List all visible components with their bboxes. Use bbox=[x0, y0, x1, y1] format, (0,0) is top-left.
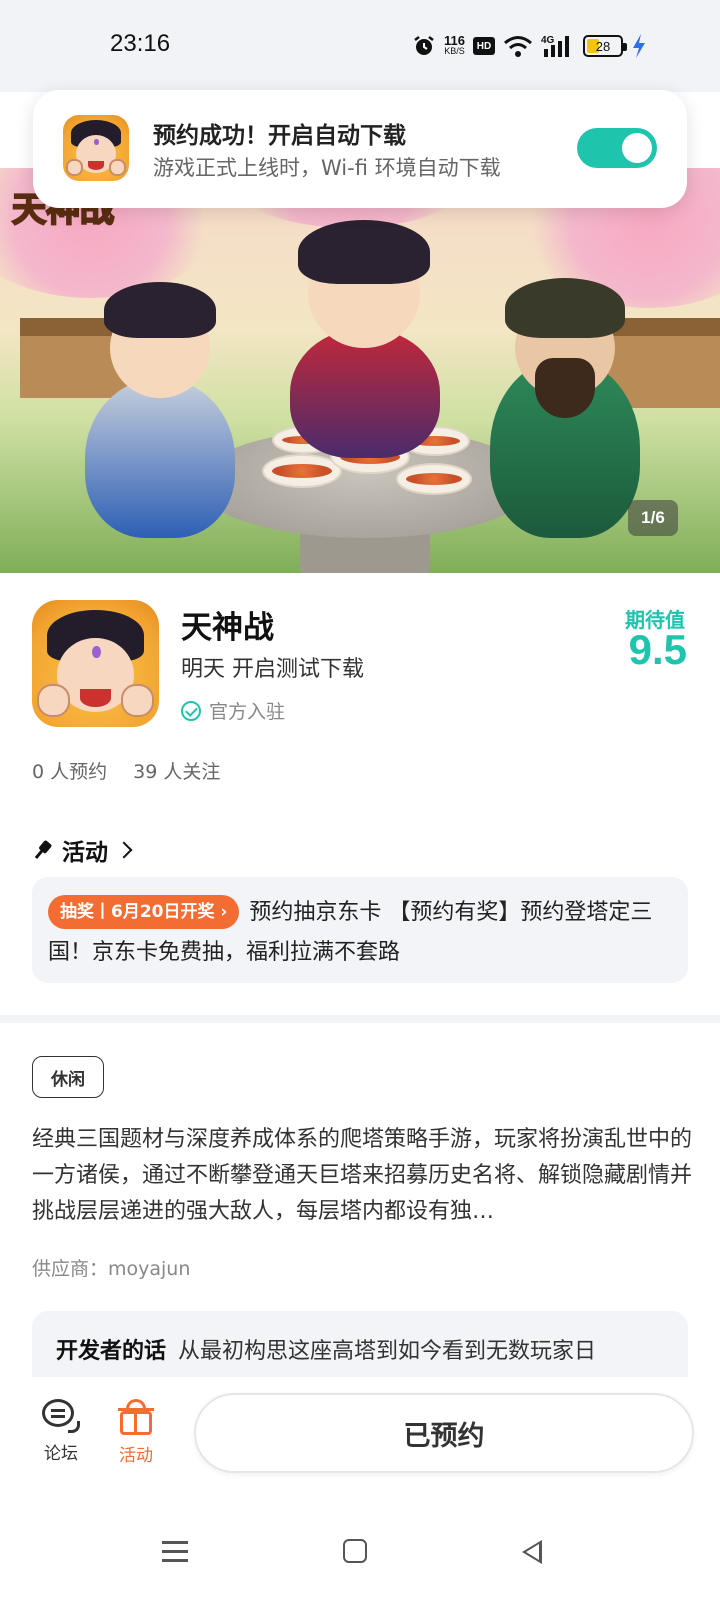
battery-level: 28 bbox=[595, 38, 611, 54]
status-icons: 116 KB/S HD 4G 28 bbox=[412, 28, 647, 64]
status-bar: 23:16 116 KB/S HD 4G 28 bbox=[0, 0, 720, 92]
official-label: 官方入驻 bbox=[209, 701, 286, 723]
toast-app-icon bbox=[63, 115, 129, 181]
official-badge: 官方入驻 bbox=[181, 697, 285, 724]
recent-apps-icon[interactable] bbox=[162, 1541, 188, 1563]
back-icon[interactable] bbox=[522, 1540, 542, 1564]
dish bbox=[396, 463, 472, 495]
follower-count: 39 人关注 bbox=[133, 761, 221, 783]
game-description[interactable]: 经典三国题材与深度养成体系的爬塔策略手游，玩家将扮演乱世中的一方诸侯，通过不断攀… bbox=[32, 1122, 692, 1230]
auto-download-toggle[interactable] bbox=[577, 128, 657, 168]
activity-tab[interactable]: 活动 bbox=[106, 1399, 166, 1466]
wifi-icon bbox=[504, 36, 532, 57]
supplier-info: 供应商：moyajun bbox=[32, 1258, 191, 1280]
activity-tab-label: 活动 bbox=[119, 1446, 153, 1466]
reserved-button[interactable]: 已预约 bbox=[194, 1393, 694, 1473]
verified-check-icon bbox=[181, 700, 201, 721]
gift-icon bbox=[118, 1399, 154, 1435]
forum-icon bbox=[42, 1399, 80, 1433]
section-divider bbox=[0, 1015, 720, 1023]
character-left-hair bbox=[104, 282, 216, 338]
expectation-score: 9.5 bbox=[628, 626, 687, 673]
chevron-right-icon bbox=[115, 841, 133, 859]
activity-heading: 活动 bbox=[62, 840, 108, 866]
pin-icon bbox=[28, 836, 56, 864]
home-icon[interactable] bbox=[343, 1539, 367, 1563]
reservation-toast: 预约成功！开启自动下载 游戏正式上线时，Wi-fi 环境自动下载 bbox=[33, 90, 687, 208]
forum-label: 论坛 bbox=[44, 1444, 78, 1464]
game-release-status: 明天 开启测试下载 bbox=[181, 657, 364, 682]
game-icon bbox=[32, 600, 159, 727]
charging-icon bbox=[632, 34, 645, 58]
signal-icon: 4G bbox=[541, 35, 569, 57]
character-right-beard bbox=[535, 358, 595, 418]
toast-subtitle: 游戏正式上线时，Wi-fi 环境自动下载 bbox=[153, 156, 501, 180]
net-speed-unit: KB/S bbox=[444, 46, 465, 56]
alarm-icon bbox=[414, 36, 434, 55]
developer-note-card[interactable]: 开发者的话 从最初构思这座高塔到如今看到无数玩家日 bbox=[32, 1311, 688, 1377]
game-stats: 0 人预约 39 人关注 bbox=[32, 757, 220, 784]
lottery-badge: 抽奖丨6月20日开奖 › bbox=[48, 895, 240, 929]
bottom-action-bar: 论坛 活动 已预约 bbox=[0, 1377, 720, 1493]
character-center-hair bbox=[298, 220, 430, 284]
net-speed-value: 116 bbox=[444, 33, 465, 48]
character-right-helmet bbox=[505, 278, 625, 338]
network-type-label: 4G bbox=[541, 35, 555, 46]
battery-icon: 28 bbox=[582, 35, 627, 57]
character-left-body bbox=[85, 378, 235, 538]
forum-tab[interactable]: 论坛 bbox=[31, 1399, 91, 1464]
status-time: 23:16 bbox=[110, 30, 171, 57]
banner-page-indicator: 1/6 bbox=[628, 500, 678, 536]
hd-icon: HD bbox=[472, 37, 495, 55]
hero-banner[interactable]: 天神战 1/6 bbox=[0, 168, 720, 573]
genre-tag[interactable]: 休闲 bbox=[32, 1056, 104, 1098]
toast-title: 预约成功！开启自动下载 bbox=[153, 123, 406, 149]
game-title: 天神战 bbox=[181, 610, 274, 646]
net-speed: 116 KB/S bbox=[444, 33, 465, 57]
activity-section-header[interactable]: 活动 bbox=[32, 833, 133, 867]
activity-card[interactable]: 抽奖丨6月20日开奖 › 预约抽京东卡 【预约有奖】预约登塔定三国！京东卡免费抽，… bbox=[32, 877, 688, 983]
developer-note-text: 从最初构思这座高塔到如今看到无数玩家日 bbox=[178, 1339, 597, 1364]
developer-note-label: 开发者的话 bbox=[56, 1339, 167, 1364]
reservation-count: 0 人预约 bbox=[32, 761, 108, 783]
system-navigation-bar bbox=[0, 1493, 720, 1608]
toggle-knob bbox=[622, 133, 652, 163]
